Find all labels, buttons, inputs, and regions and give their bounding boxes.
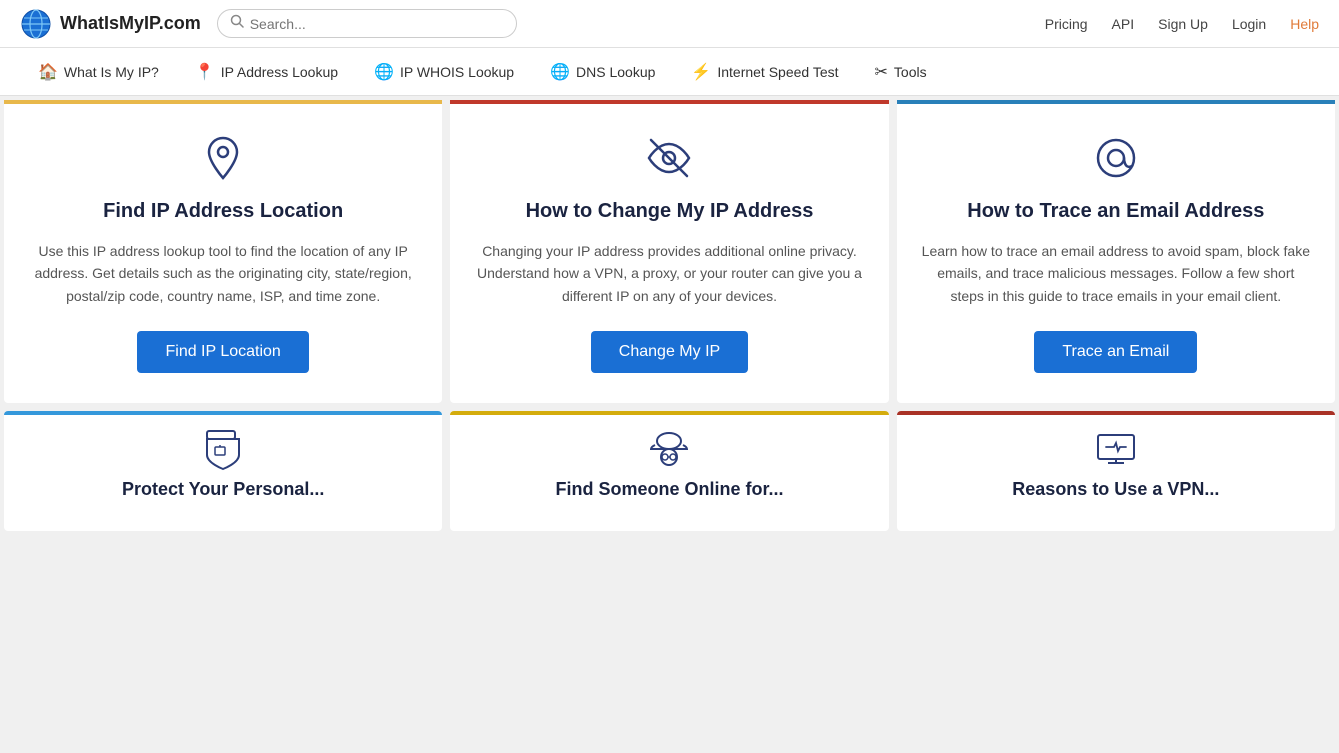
nav-item-speed-test[interactable]: ⚡ Internet Speed Test (673, 48, 856, 95)
top-nav-links: Pricing API Sign Up Login Help (1045, 16, 1319, 32)
globe-icon: 🌐 (374, 62, 394, 82)
find-ip-location-button[interactable]: Find IP Location (137, 331, 308, 373)
speed-icon: ⚡ (691, 62, 711, 82)
card-description-change-ip: Changing your IP address provides additi… (474, 240, 864, 307)
logo-globe-icon (20, 8, 52, 40)
nav-item-ip-address-lookup[interactable]: 📍 IP Address Lookup (177, 48, 356, 95)
nav-item-tools[interactable]: ✂ Tools (857, 48, 945, 95)
card-title-reasons-vpn: Reasons to Use a VPN... (1012, 479, 1219, 500)
globe2-icon: 🌐 (550, 62, 570, 82)
main-content: Find IP Address Location Use this IP add… (0, 96, 1339, 535)
home-icon: 🏠 (38, 62, 58, 82)
card-change-my-ip: How to Change My IP Address Changing you… (450, 100, 888, 403)
logo-area[interactable]: WhatIsMyIP.com (20, 8, 201, 40)
card-title-change-ip: How to Change My IP Address (526, 198, 814, 224)
trace-email-button[interactable]: Trace an Email (1034, 331, 1197, 373)
search-input[interactable] (250, 16, 504, 32)
card-border-protect (4, 411, 442, 415)
card-border-find-someone (450, 411, 888, 415)
card-wrapper-change-ip: How to Change My IP Address Changing you… (446, 96, 892, 407)
signup-link[interactable]: Sign Up (1158, 16, 1208, 32)
card-reasons-vpn: Reasons to Use a VPN... (897, 411, 1335, 531)
search-icon (230, 14, 244, 33)
card-find-ip-location: Find IP Address Location Use this IP add… (4, 100, 442, 403)
logo-text: WhatIsMyIP.com (60, 13, 201, 34)
pin-icon: 📍 (195, 62, 215, 82)
card-trace-email: How to Trace an Email Address Learn how … (897, 100, 1335, 403)
card-border-vpn (897, 411, 1335, 415)
nav-label-ip-address-lookup: IP Address Lookup (221, 64, 338, 80)
nav-item-what-is-my-ip[interactable]: 🏠 What Is My IP? (20, 48, 177, 95)
second-navigation: 🏠 What Is My IP? 📍 IP Address Lookup 🌐 I… (0, 48, 1339, 96)
nav-label-tools: Tools (894, 64, 927, 80)
top-navigation: WhatIsMyIP.com Pricing API Sign Up Login… (0, 0, 1339, 48)
nav-label-ip-whois-lookup: IP WHOIS Lookup (400, 64, 514, 80)
card-title-find-ip: Find IP Address Location (103, 198, 343, 224)
card-title-trace-email: How to Trace an Email Address (967, 198, 1264, 224)
card-wrapper-trace-email: How to Trace an Email Address Learn how … (893, 96, 1339, 407)
location-pin-icon (195, 130, 251, 186)
card-description-trace-email: Learn how to trace an email address to a… (921, 240, 1311, 307)
nav-item-ip-whois-lookup[interactable]: 🌐 IP WHOIS Lookup (356, 48, 532, 95)
card-border-trace-email (897, 100, 1335, 104)
api-link[interactable]: API (1112, 16, 1135, 32)
help-link[interactable]: Help (1290, 16, 1319, 32)
nav-label-speed-test: Internet Speed Test (717, 64, 838, 80)
card-title-find-someone: Find Someone Online for... (555, 479, 783, 500)
card-border-change-ip (450, 100, 888, 104)
bottom-cards-row: Protect Your Personal... Find Someone On… (0, 407, 1339, 535)
tools-icon: ✂ (875, 62, 888, 82)
card-protect-personal: Protect Your Personal... (4, 411, 442, 531)
login-link[interactable]: Login (1232, 16, 1266, 32)
spy-icon (647, 427, 691, 471)
at-sign-icon (1088, 130, 1144, 186)
card-title-protect: Protect Your Personal... (122, 479, 324, 500)
card-border-find-ip (4, 100, 442, 104)
card-description-find-ip: Use this IP address lookup tool to find … (28, 240, 418, 307)
card-wrapper-find-ip: Find IP Address Location Use this IP add… (0, 96, 446, 407)
search-bar[interactable] (217, 9, 517, 38)
nav-item-dns-lookup[interactable]: 🌐 DNS Lookup (532, 48, 673, 95)
eye-slash-icon (641, 130, 697, 186)
nav-label-what-is-my-ip: What Is My IP? (64, 64, 159, 80)
shield-icon (201, 427, 245, 471)
card-find-someone: Find Someone Online for... (450, 411, 888, 531)
top-cards-row: Find IP Address Location Use this IP add… (0, 96, 1339, 407)
change-my-ip-button[interactable]: Change My IP (591, 331, 748, 373)
nav-label-dns-lookup: DNS Lookup (576, 64, 655, 80)
vpn-icon (1094, 427, 1138, 471)
pricing-link[interactable]: Pricing (1045, 16, 1088, 32)
